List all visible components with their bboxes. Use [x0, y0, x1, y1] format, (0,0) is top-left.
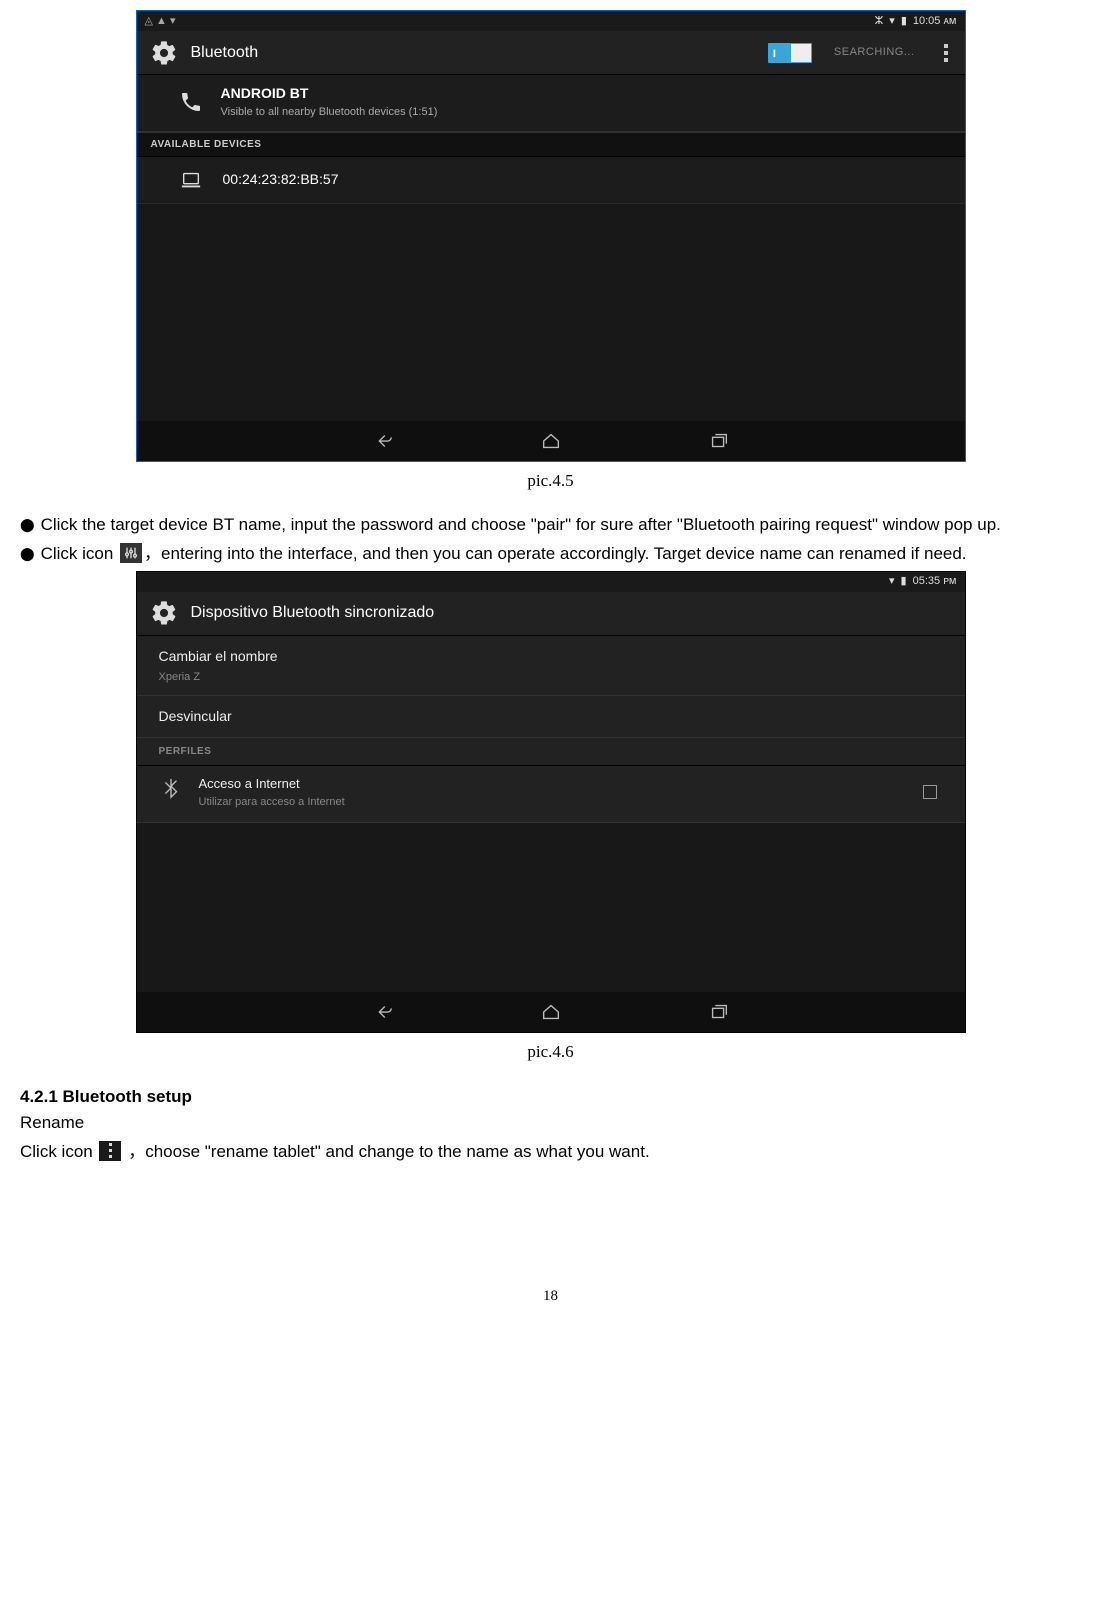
- bullet-icon: ⬤: [20, 541, 35, 566]
- app-bar-title: Bluetooth: [191, 41, 758, 65]
- wifi-status-icon: ▾: [889, 13, 895, 30]
- nav-bar: [137, 421, 965, 461]
- searching-label: SEARCHING...: [834, 44, 915, 61]
- caption-pic-4-6: pic.4.6: [20, 1039, 1081, 1065]
- settings-gear-icon[interactable]: [147, 596, 181, 630]
- bullet-pair-device: ⬤ Click the target device BT name, input…: [20, 512, 1081, 538]
- nav-home-icon[interactable]: [537, 998, 565, 1026]
- profile-subtitle: Utilizar para acceso a Internet: [199, 794, 345, 811]
- bluetooth-status-icon: ⵣ: [875, 13, 884, 30]
- rename-instruction: Click icon ，choose "rename tablet" and c…: [20, 1139, 1081, 1165]
- status-time: 10:05 ᴀᴍ: [913, 13, 957, 30]
- bluetooth-toggle[interactable]: [768, 43, 812, 63]
- app-bar: Bluetooth SEARCHING...: [137, 31, 965, 75]
- profiles-header: PERFILES: [137, 738, 965, 766]
- unpair-title: Desvincular: [159, 706, 943, 727]
- status-bar: ◬ ▲ ▾ ⵣ ▾ ▮ 10:05 ᴀᴍ: [137, 11, 965, 31]
- this-device-name: ANDROID BT: [221, 83, 438, 104]
- screenshot-bluetooth-paired-device: ▾ ▮ 05:35 ᴘᴍ Dispositivo Bluetooth sincr…: [136, 571, 966, 1033]
- phone-icon: [177, 88, 205, 116]
- overflow-menu-icon: [99, 1141, 121, 1161]
- nav-home-icon[interactable]: [537, 427, 565, 455]
- wifi-status-icon: ▾: [889, 573, 895, 590]
- this-device-visibility: Visible to all nearby Bluetooth devices …: [221, 104, 438, 121]
- bullet-click-sliders-icon: ⬤ Click icon ，entering into the interfac…: [20, 541, 1081, 567]
- status-bar: ▾ ▮ 05:35 ᴘᴍ: [137, 572, 965, 592]
- bluetooth-tether-icon: [159, 777, 183, 808]
- app-bar: Dispositivo Bluetooth sincronizado: [137, 592, 965, 636]
- available-device-row[interactable]: 00:24:23:82:BB:57: [137, 157, 965, 204]
- profile-title: Acceso a Internet: [199, 774, 345, 794]
- nav-recent-icon[interactable]: [705, 427, 733, 455]
- caption-pic-4-5: pic.4.5: [20, 468, 1081, 494]
- rename-title: Cambiar el nombre: [159, 646, 943, 667]
- nav-bar: [137, 992, 965, 1032]
- battery-status-icon: ▮: [901, 573, 907, 590]
- status-time: 05:35 ᴘᴍ: [913, 573, 957, 590]
- bullet-icon: ⬤: [20, 512, 35, 537]
- internet-access-profile[interactable]: Acceso a Internet Utilizar para acceso a…: [137, 766, 965, 823]
- section-4-2-1-heading: 4.2.1 Bluetooth setup: [20, 1084, 1081, 1110]
- laptop-icon: [177, 169, 205, 191]
- settings-gear-icon[interactable]: [147, 36, 181, 70]
- status-left-icons: ◬ ▲ ▾: [145, 13, 176, 30]
- rename-subheading: Rename: [20, 1110, 1081, 1136]
- battery-status-icon: ▮: [901, 13, 907, 30]
- overflow-menu-icon[interactable]: [937, 44, 955, 62]
- screenshot-bluetooth-settings: ◬ ▲ ▾ ⵣ ▾ ▮ 10:05 ᴀᴍ Bluetooth SEARCHING…: [136, 10, 966, 462]
- app-bar-title: Dispositivo Bluetooth sincronizado: [191, 601, 955, 625]
- page-number: 18: [20, 1285, 1081, 1308]
- rename-value: Xperia Z: [159, 669, 943, 686]
- device-mac-address: 00:24:23:82:BB:57: [223, 169, 339, 190]
- nav-recent-icon[interactable]: [705, 998, 733, 1026]
- profile-checkbox[interactable]: [923, 785, 937, 799]
- sliders-settings-icon: [120, 543, 142, 563]
- this-device-row[interactable]: ANDROID BT Visible to all nearby Bluetoo…: [137, 75, 965, 132]
- unpair-option[interactable]: Desvincular: [137, 696, 965, 738]
- available-devices-header: AVAILABLE DEVICES: [137, 132, 965, 157]
- nav-back-icon[interactable]: [369, 427, 397, 455]
- rename-option[interactable]: Cambiar el nombre Xperia Z: [137, 636, 965, 697]
- nav-back-icon[interactable]: [369, 998, 397, 1026]
